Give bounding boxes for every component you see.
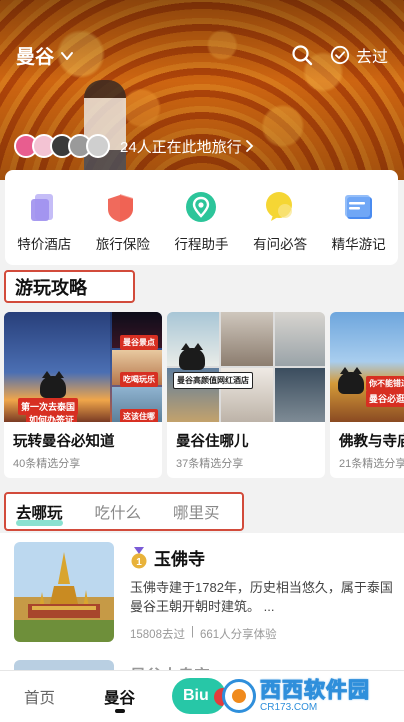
quick-services: 特价酒店 旅行保险 行程助手 有问必答 精华游记 [5, 170, 398, 265]
poi-shares: 661人分享体验 [199, 629, 277, 641]
been-label: 去过 [356, 49, 389, 66]
hotel-room-photo [221, 312, 273, 366]
chevron-right-icon [245, 140, 253, 152]
guide-card-subtitle: 37条精选分享 [176, 458, 244, 470]
service-label: 有问必答 [253, 237, 308, 252]
guide-card-subtitle: 40条精选分享 [13, 458, 81, 470]
service-label: 特价酒店 [17, 237, 72, 252]
travelers-text: 24人正在此地旅行 [120, 138, 242, 156]
poi-meta: 15808去过 | 661人分享体验 [130, 626, 277, 642]
poi-name: 玉佛寺 [154, 550, 205, 569]
service-travelogue[interactable]: 精华游记 [319, 170, 398, 265]
meta-separator: | [190, 626, 194, 638]
guide-card-title: 佛教与寺庙 [339, 434, 404, 450]
nav-biu-button[interactable]: Biu [172, 678, 226, 714]
tile-badge: 吃喝玩乐 [120, 372, 158, 387]
service-hotel[interactable]: 特价酒店 [5, 170, 84, 265]
guide-card-where-to-stay[interactable]: 曼谷高颜值网红酒店 曼谷住哪儿 37条精选分享 [167, 312, 325, 478]
service-label: 精华游记 [331, 237, 386, 252]
guide-card-title: 曼谷住哪儿 [176, 434, 249, 450]
service-label: 行程助手 [174, 237, 229, 252]
guide-card-bangkok-essentials[interactable]: 第一次去泰国 如何办签证 曼谷景点 吃喝玩乐 这该住哪 玩转曼谷必知道 40条精… [4, 312, 162, 478]
hotel-room-photo [275, 312, 325, 366]
tab-what-to-eat[interactable]: 吃什么 [95, 501, 142, 523]
tab-where-to-play[interactable]: 去哪玩 [16, 501, 63, 526]
service-insurance[interactable]: 旅行保险 [84, 170, 163, 265]
rank-number: 1 [136, 557, 142, 568]
traveler-avatars [14, 134, 110, 158]
guide-card-image: 你不能错过的 曼谷必逛 [330, 312, 404, 422]
nav-city[interactable]: 曼谷 [104, 686, 135, 708]
guide-card-title: 玩转曼谷必知道 [13, 434, 115, 450]
travelers-row[interactable]: 24人正在此地旅行 [14, 133, 255, 159]
city-name: 曼谷 [16, 47, 55, 68]
hotel-room-photo [275, 368, 325, 422]
service-label: 旅行保险 [95, 237, 150, 252]
bottom-nav: 首页 曼谷 Biu [0, 670, 404, 722]
tab-where-to-shop[interactable]: 哪里买 [173, 501, 220, 523]
guide-overlay-line: 你不能错过的 [366, 376, 404, 391]
hotel-icon [31, 194, 54, 221]
guide-overlay-line: 曼谷必逛 [366, 390, 404, 407]
poi-image [14, 542, 114, 642]
guide-card-buddhism-temples[interactable]: 你不能错过的 曼谷必逛 佛教与寺庙 21条精选分享 [330, 312, 404, 478]
poi-visits: 15808去过 [130, 629, 185, 641]
guide-overlay-line: 如何办签证 [26, 411, 78, 422]
mascot-cat-icon [338, 367, 364, 394]
top-bar: 曼谷 去过 [0, 40, 404, 72]
qa-icon [266, 192, 293, 221]
search-icon[interactable] [290, 43, 314, 67]
been-here-button[interactable]: 去过 [330, 43, 388, 67]
chevron-down-icon [61, 51, 74, 60]
travelers-count: 24人正在此地旅行 [120, 136, 255, 157]
travelogue-icon [344, 195, 372, 219]
mascot-cat-icon [40, 371, 66, 398]
check-circle-icon [330, 45, 350, 65]
rank-medal-icon: 1 [131, 546, 147, 568]
nav-biu-label: Biu [183, 687, 209, 704]
guide-overlay-line: 曼谷高颜值网红酒店 [173, 372, 253, 389]
insurance-icon [107, 194, 133, 222]
temple-illustration [28, 552, 100, 618]
poi-item-emerald-buddha[interactable]: 1 玉佛寺 玉佛寺建于1782年，历史相当悠久，属于泰国曼谷王朝开朝时建筑。 .… [14, 542, 394, 642]
traveler-avatar [86, 134, 110, 158]
tile-badge: 这该住哪 [120, 409, 158, 422]
hero-photo-person [84, 80, 126, 180]
poi-title: 1 玉佛寺 [130, 545, 205, 570]
itinerary-icon [186, 192, 217, 222]
poi-description: 玉佛寺建于1782年，历史相当悠久，属于泰国曼谷王朝开朝时建筑。 ... [130, 580, 393, 614]
guide-card-subtitle: 21条精选分享 [339, 458, 404, 470]
service-qa[interactable]: 有问必答 [241, 170, 320, 265]
city-selector[interactable]: 曼谷 [16, 42, 74, 69]
guide-title-text: 游玩攻略 [15, 277, 87, 298]
nav-active-indicator [115, 709, 125, 713]
nav-home[interactable]: 首页 [24, 686, 55, 708]
category-tabs: 去哪玩 吃什么 哪里买 [4, 492, 244, 531]
guide-section-title: 游玩攻略 [4, 270, 135, 303]
tile-badge: 曼谷景点 [120, 335, 158, 350]
mascot-cat-icon [179, 343, 205, 370]
guide-carousel[interactable]: 第一次去泰国 如何办签证 曼谷景点 吃喝玩乐 这该住哪 玩转曼谷必知道 40条精… [4, 312, 404, 478]
guide-card-image: 第一次去泰国 如何办签证 曼谷景点 吃喝玩乐 这该住哪 [4, 312, 162, 422]
service-itinerary[interactable]: 行程助手 [162, 170, 241, 265]
guide-card-image: 曼谷高颜值网红酒店 [167, 312, 325, 422]
